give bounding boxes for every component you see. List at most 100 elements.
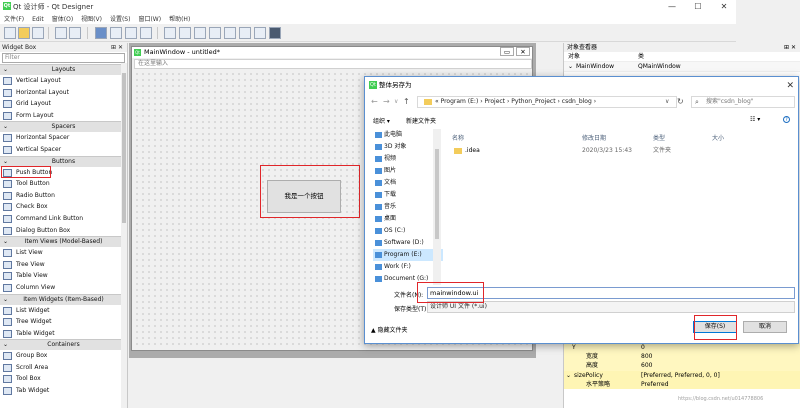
- address-dropdown-icon[interactable]: ∨: [665, 98, 669, 105]
- widget-item[interactable]: Vertical Layout: [0, 75, 127, 87]
- panel-float-close-icon[interactable]: ⊞ ✕: [111, 43, 123, 52]
- up-arrow-icon[interactable]: ↑: [403, 97, 410, 106]
- file-row[interactable]: .idea 2020/3/23 15:43 文件夹: [450, 145, 795, 157]
- form-restore-button[interactable]: ▭: [500, 47, 514, 56]
- menu-edit[interactable]: Edit: [28, 15, 48, 24]
- property-value[interactable]: Preferred: [641, 380, 669, 389]
- widget-item[interactable]: Tab Widget: [0, 385, 127, 397]
- minimize-button[interactable]: —: [660, 0, 684, 13]
- layout-form-icon[interactable]: [239, 27, 251, 39]
- widget-filter-input[interactable]: Filter: [2, 53, 125, 63]
- help-icon[interactable]: ?: [783, 116, 790, 123]
- category-header[interactable]: ⌄ Layouts: [0, 64, 127, 75]
- column-name[interactable]: 名称: [452, 133, 464, 142]
- cancel-button[interactable]: 取消: [743, 321, 787, 333]
- widget-item[interactable]: List View: [0, 247, 127, 259]
- property-row[interactable]: ⌄ sizePolicy [Preferred, Preferred, 0, 0…: [564, 370, 800, 380]
- widget-item[interactable]: Table View: [0, 270, 127, 282]
- widget-item[interactable]: Command Link Button: [0, 213, 127, 225]
- new-file-icon[interactable]: [4, 27, 16, 39]
- address-bar[interactable]: « Program (E:) › Project › Python_Projec…: [417, 96, 677, 108]
- layout-vertical-icon[interactable]: [179, 27, 191, 39]
- menu-form[interactable]: 窗体(O): [48, 13, 77, 24]
- property-value[interactable]: 600: [641, 361, 652, 370]
- menu-file[interactable]: 文件(F): [0, 13, 28, 24]
- hide-folders-toggle[interactable]: ▲ 隐藏文件夹: [371, 325, 408, 334]
- breadcrumb[interactable]: « Program (E:) › Project › Python_Projec…: [435, 98, 596, 105]
- panel-float-close-icon[interactable]: ⊞ ✕: [784, 43, 796, 52]
- layout-split-v-icon[interactable]: [209, 27, 221, 39]
- forward-arrow-icon[interactable]: →: [383, 97, 390, 106]
- widget-item[interactable]: Table Widget: [0, 328, 127, 340]
- open-file-icon[interactable]: [18, 27, 30, 39]
- category-header[interactable]: ⌄ Spacers: [0, 121, 127, 133]
- widget-item[interactable]: Dialog Button Box: [0, 225, 127, 237]
- category-header[interactable]: ⌄ Containers: [0, 339, 127, 351]
- edit-widgets-icon[interactable]: [95, 27, 107, 39]
- maximize-button[interactable]: ☐: [686, 0, 710, 13]
- layout-split-h-icon[interactable]: [194, 27, 206, 39]
- redo-icon[interactable]: [69, 27, 81, 39]
- layout-grid-icon[interactable]: [224, 27, 236, 39]
- back-arrow-icon[interactable]: ←: [371, 97, 378, 106]
- form-close-button[interactable]: ✕: [516, 47, 530, 56]
- column-type[interactable]: 类型: [653, 133, 665, 142]
- property-row[interactable]: Y 0: [564, 343, 800, 353]
- scrollbar-thumb[interactable]: [122, 73, 126, 223]
- view-options-icon[interactable]: ☷ ▾: [750, 116, 760, 123]
- menu-settings[interactable]: 设置(S): [106, 13, 135, 24]
- widget-item[interactable]: Tool Box: [0, 373, 127, 385]
- widget-item[interactable]: Tree View: [0, 259, 127, 271]
- edit-signals-icon[interactable]: [110, 27, 122, 39]
- widget-box-scrollbar[interactable]: [121, 63, 127, 408]
- column-size[interactable]: 大小: [712, 133, 724, 142]
- refresh-icon[interactable]: ↻: [677, 97, 684, 106]
- widget-item[interactable]: Form Layout: [0, 110, 127, 122]
- category-header[interactable]: ⌄ Item Views (Model-Based): [0, 236, 127, 248]
- widget-item[interactable]: Tree Widget: [0, 316, 127, 328]
- edit-tab-order-icon[interactable]: [140, 27, 152, 39]
- property-value[interactable]: [Preferred, Preferred, 0, 0]: [641, 371, 720, 380]
- organize-button[interactable]: 组织 ▾: [373, 116, 390, 125]
- menu-help[interactable]: 帮助(H): [165, 13, 194, 24]
- widget-item[interactable]: Radio Button: [0, 190, 127, 202]
- scrollbar-thumb[interactable]: [435, 149, 439, 239]
- property-value[interactable]: 0: [641, 343, 645, 352]
- menu-view[interactable]: 视图(V): [77, 13, 106, 24]
- dialog-close-button[interactable]: ✕: [786, 78, 794, 94]
- property-row[interactable]: 宽度 800: [564, 352, 800, 362]
- tree-expand-icon[interactable]: ⌄: [566, 371, 571, 380]
- break-layout-icon[interactable]: [254, 27, 266, 39]
- widget-item[interactable]: Check Box: [0, 201, 127, 213]
- widget-item[interactable]: Scroll Area: [0, 362, 127, 374]
- widget-item[interactable]: Tool Button: [0, 178, 127, 190]
- widget-item[interactable]: Column View: [0, 282, 127, 294]
- property-row[interactable]: 高度 600: [564, 361, 800, 371]
- layout-horizontal-icon[interactable]: [164, 27, 176, 39]
- category-header[interactable]: ⌄ Item Widgets (Item-Based): [0, 293, 127, 305]
- widget-item[interactable]: Vertical Spacer: [0, 144, 127, 156]
- widget-item[interactable]: Horizontal Layout: [0, 87, 127, 99]
- new-folder-button[interactable]: 新建文件夹: [406, 116, 436, 125]
- navigation-scrollbar[interactable]: [433, 129, 441, 285]
- widget-item[interactable]: List Widget: [0, 305, 127, 317]
- object-row[interactable]: ⌄ MainWindow QMainWindow: [564, 62, 800, 72]
- menubar-type-here[interactable]: 在这里输入: [134, 59, 532, 69]
- recent-dropdown-icon[interactable]: ∨: [394, 98, 398, 105]
- widget-item[interactable]: Horizontal Spacer: [0, 132, 127, 144]
- search-input[interactable]: ⌕ 搜索"csdn_blog": [691, 96, 795, 108]
- property-row[interactable]: 水平策略 Preferred: [564, 379, 800, 389]
- column-modified[interactable]: 修改日期: [582, 133, 606, 142]
- edit-buddies-icon[interactable]: [125, 27, 137, 39]
- tree-expand-icon[interactable]: ⌄: [568, 62, 573, 72]
- widget-item[interactable]: Group Box: [0, 350, 127, 362]
- close-button[interactable]: ✕: [712, 0, 736, 13]
- undo-icon[interactable]: [55, 27, 67, 39]
- category-header[interactable]: ⌄ Buttons: [0, 155, 127, 167]
- menu-window[interactable]: 窗口(W): [134, 13, 165, 24]
- property-value[interactable]: 800: [641, 352, 652, 361]
- widget-item[interactable]: Grid Layout: [0, 98, 127, 110]
- adjust-size-icon[interactable]: [269, 27, 281, 39]
- save-icon[interactable]: [32, 27, 44, 39]
- push-button-highlight: [1, 166, 51, 178]
